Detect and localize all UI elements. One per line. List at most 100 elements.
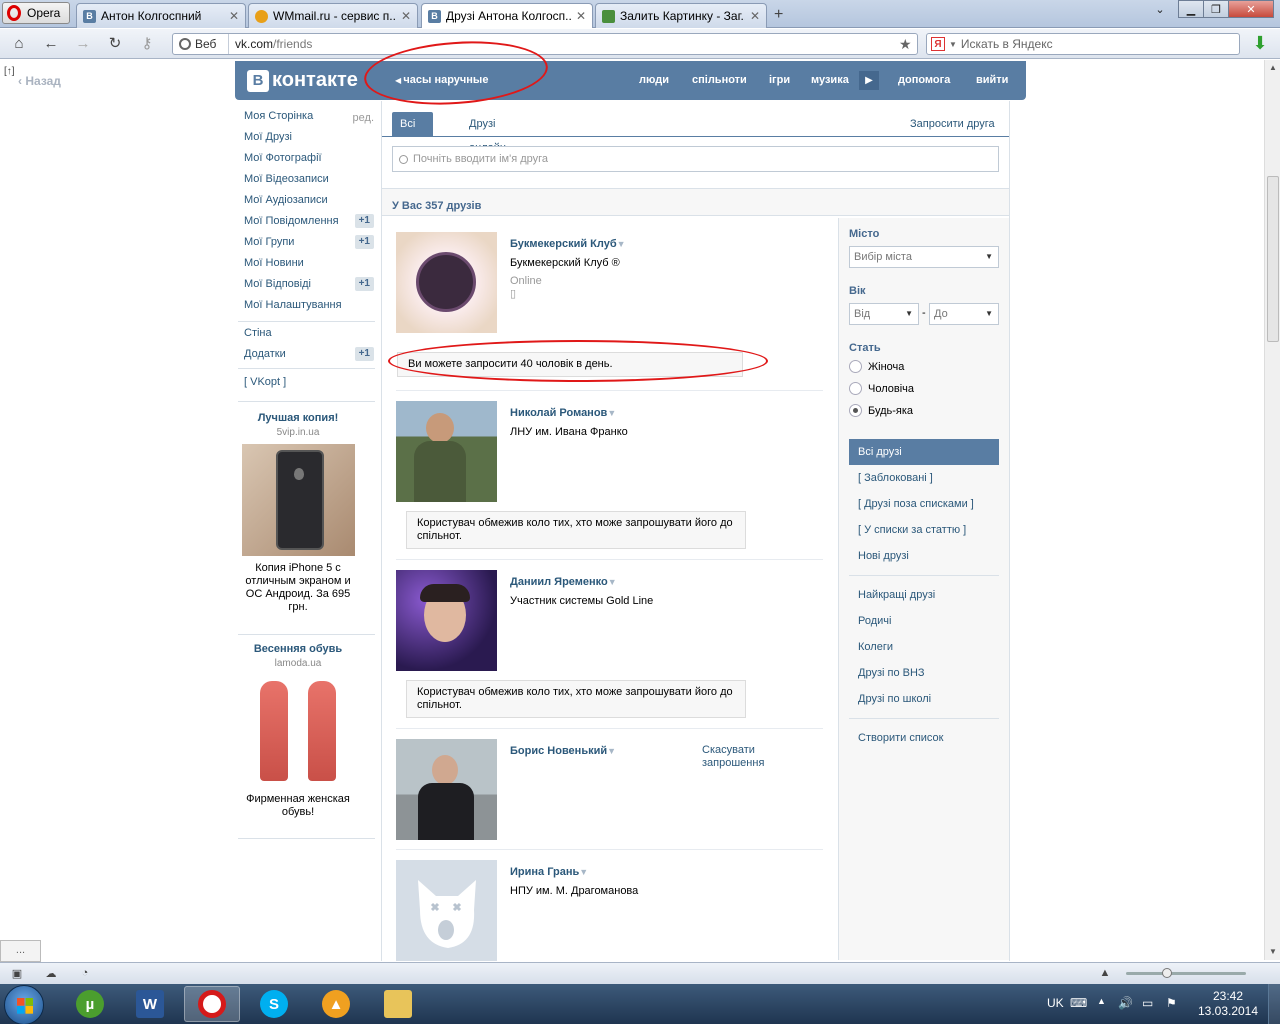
taskbar-word[interactable]: W <box>122 986 178 1022</box>
menu-item-groups[interactable]: Мої Групи +1 <box>244 233 376 251</box>
ad-title[interactable]: Весенняя обувь <box>237 643 359 655</box>
close-icon[interactable]: ✕ <box>576 9 586 23</box>
taskbar-aimp[interactable]: ▲ <box>308 986 364 1022</box>
menu-item-friends[interactable]: Мої Друзі <box>244 128 376 146</box>
close-icon[interactable]: ✕ <box>401 9 411 23</box>
list-school[interactable]: Друзі по школі <box>849 686 999 712</box>
opera-menu-button[interactable]: Opera <box>2 2 70 24</box>
new-tab-plus-icon[interactable]: + <box>774 6 783 24</box>
taskbar-skype[interactable]: S <box>246 986 302 1022</box>
dropdown-triangle-icon[interactable]: ▼ <box>607 408 616 418</box>
friend-name[interactable]: Николай Романов▼ <box>510 407 616 419</box>
zoom-knob[interactable] <box>1162 968 1172 978</box>
show-desktop-button[interactable] <box>1268 984 1280 1024</box>
ad-block[interactable]: Весенняя обувь lamoda.ua Фирменная женск… <box>237 643 359 819</box>
menu-item-audio[interactable]: Мої Аудіозаписи <box>244 191 376 209</box>
menu-item-my-page[interactable]: Моя Сторінка ред. <box>244 107 376 125</box>
tab-friends-online[interactable]: Друзі онлайн <box>461 112 514 154</box>
close-window-icon[interactable]: ✕ <box>1228 0 1274 18</box>
reload-icon[interactable]: ↻ <box>106 35 124 53</box>
restore-icon[interactable]: ❐ <box>1203 0 1229 18</box>
tab-all-friends[interactable]: Всі друзі <box>392 112 434 154</box>
menu-item-news[interactable]: Мої Новини <box>244 254 376 272</box>
list-university[interactable]: Друзі по ВНЗ <box>849 660 999 686</box>
friend-avatar[interactable] <box>396 570 497 671</box>
nav-people[interactable]: люди <box>639 74 669 86</box>
action-center-icon[interactable]: ⚑ <box>1166 996 1177 1010</box>
list-all-friends[interactable]: Всі друзі <box>849 439 999 465</box>
sex-option-any[interactable]: Будь-яка <box>849 404 913 417</box>
cloud-icon[interactable]: ☁ <box>44 967 58 980</box>
tray-expand-icon[interactable]: ▲ <box>1097 996 1106 1006</box>
key-icon[interactable]: ⚷ <box>138 35 156 53</box>
ad-title[interactable]: Лучшая копия! <box>237 412 359 424</box>
dropdown-triangle-icon[interactable]: ▼ <box>579 867 588 877</box>
friend-avatar[interactable] <box>396 232 497 333</box>
browser-tab[interactable]: В Антон Колгоспний ✕ <box>76 3 246 28</box>
dropdown-triangle-icon[interactable]: ▼ <box>607 746 616 756</box>
back-arrow-icon[interactable]: ← <box>42 35 60 53</box>
taskbar-explorer[interactable] <box>370 986 426 1022</box>
panel-dots[interactable]: ... <box>0 940 41 962</box>
network-icon[interactable]: ▭ <box>1142 996 1153 1010</box>
chevron-down-icon[interactable]: ▼ <box>949 40 957 49</box>
friend-name[interactable]: Ирина Грань▼ <box>510 866 588 878</box>
language-indicator[interactable]: UK <box>1047 996 1064 1010</box>
friend-name[interactable]: Борис Новенький▼ <box>510 745 616 757</box>
list-relatives[interactable]: Родичі <box>849 608 999 634</box>
minimize-icon[interactable]: ▁ <box>1178 0 1204 18</box>
volume-icon[interactable]: 🔊 <box>1118 996 1133 1010</box>
friend-search-input[interactable]: Почніть вводити ім'я друга <box>392 146 999 172</box>
close-icon[interactable]: ✕ <box>229 9 239 23</box>
scroll-up-icon[interactable]: ▲ <box>1265 60 1280 76</box>
menu-item-videos[interactable]: Мої Відеозаписи <box>244 170 376 188</box>
nav-games[interactable]: ігри <box>769 74 790 86</box>
create-list-link[interactable]: Створити список <box>849 725 999 751</box>
system-clock[interactable]: 23:42 13.03.2014 <box>1196 989 1260 1019</box>
nav-communities[interactable]: спільноти <box>692 74 747 86</box>
list-unsorted[interactable]: [ Друзі поза списками ] <box>849 491 999 517</box>
city-select[interactable]: Вибір міста ▼ <box>849 246 999 268</box>
menu-item-messages[interactable]: Мої Повідомлення +1 <box>244 212 376 230</box>
view-icon[interactable]: ▲ <box>1098 967 1112 980</box>
edit-link[interactable]: ред. <box>353 109 374 127</box>
menu-item-settings[interactable]: Мої Налаштування <box>244 296 376 314</box>
friend-avatar[interactable] <box>396 860 497 961</box>
menu-item-photos[interactable]: Мої Фотографії <box>244 149 376 167</box>
menu-item-replies[interactable]: Мої Відповіді +1 <box>244 275 376 293</box>
ad-image-shoes[interactable] <box>241 675 355 787</box>
play-icon[interactable]: ▶ <box>859 71 879 90</box>
age-to-select[interactable]: До ▼ <box>929 303 999 325</box>
ad-block[interactable]: Лучшая копия! 5vip.in.ua Копия iPhone 5 … <box>237 412 359 614</box>
sex-option-female[interactable]: Жіноча <box>849 360 904 373</box>
browser-tab[interactable]: Залить Картинку - Заг... ✕ <box>595 3 767 28</box>
keyboard-icon[interactable]: ⌨ <box>1070 996 1087 1010</box>
cancel-request-link[interactable]: Скасувати запрошення <box>702 744 782 770</box>
yandex-search-input[interactable]: Я ▼ Искать в Яндекс <box>926 33 1240 55</box>
nav-music[interactable]: музика <box>811 74 849 86</box>
vk-logo[interactable]: В контакте <box>247 69 358 92</box>
start-button[interactable] <box>4 985 44 1024</box>
taskbar-opera[interactable] <box>184 986 240 1022</box>
panel-icon[interactable]: ▣ <box>10 967 24 980</box>
address-bar[interactable]: Веб vk.com/friends ★ <box>172 33 918 55</box>
close-icon[interactable]: ✕ <box>750 9 760 23</box>
zoom-slider[interactable] <box>1126 968 1246 978</box>
tab-list-chevron-icon[interactable]: ⌄ <box>1150 0 1170 18</box>
scroll-thumb[interactable] <box>1267 176 1279 342</box>
menu-item-vkopt[interactable]: [ VKopt ] <box>244 373 376 391</box>
radio-button[interactable] <box>849 360 862 373</box>
address-web-badge[interactable]: Веб <box>173 34 229 54</box>
panel-toggle[interactable]: [↑] <box>4 66 15 77</box>
nav-help[interactable]: допомога <box>898 74 950 86</box>
speed-dial-icon[interactable]: ◔ <box>78 967 92 980</box>
dropdown-triangle-icon[interactable]: ▼ <box>608 577 617 587</box>
address-url[interactable]: vk.com/friends <box>229 37 899 51</box>
download-arrow-icon[interactable]: ⬇ <box>1250 33 1270 55</box>
browser-tab[interactable]: WMmail.ru - сервис п... ✕ <box>248 3 418 28</box>
list-by-sex[interactable]: [ У списки за статтю ] <box>849 517 999 543</box>
page-scrollbar[interactable]: ▲ ▼ <box>1264 60 1280 960</box>
friend-avatar[interactable] <box>396 739 497 840</box>
friend-name[interactable]: Букмекерский Клуб▼ <box>510 238 626 250</box>
scroll-down-icon[interactable]: ▼ <box>1265 944 1280 960</box>
